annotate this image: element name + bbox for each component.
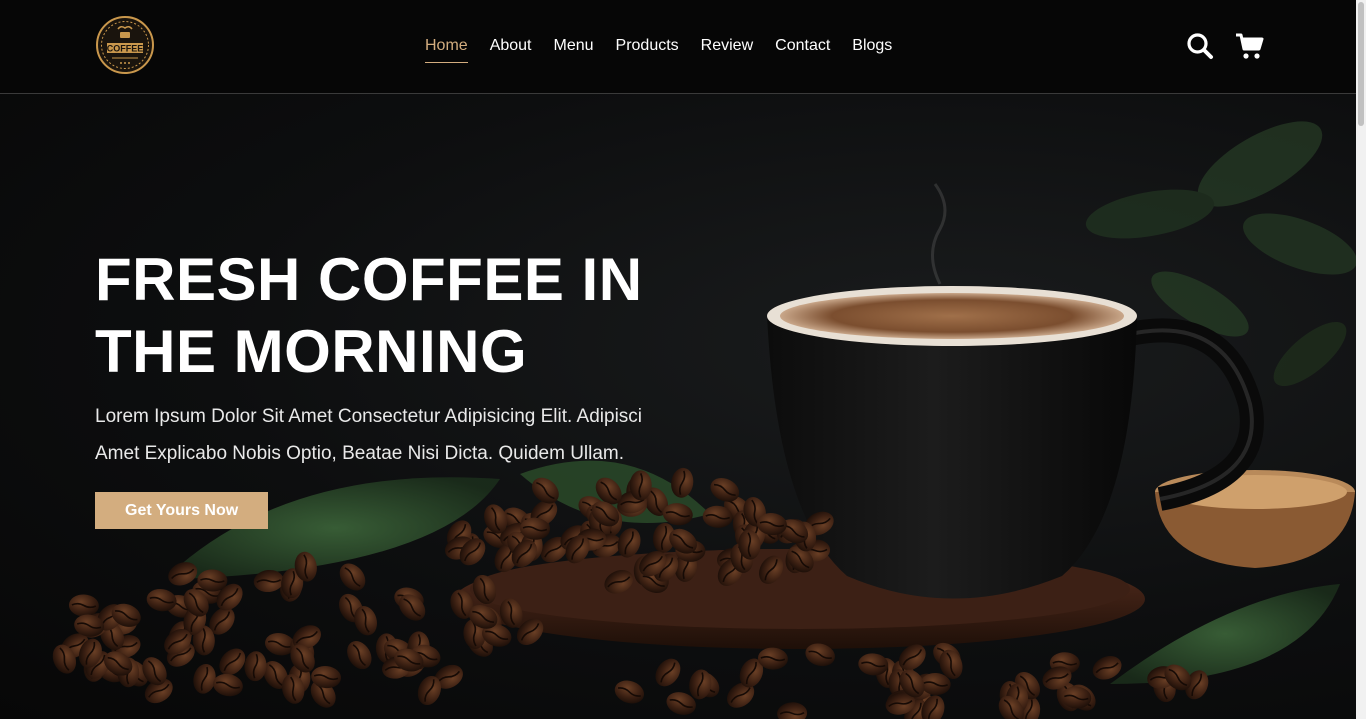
get-yours-now-button[interactable]: Get Yours Now [95,492,269,529]
cart-icon[interactable] [1235,31,1265,61]
hero-section: FRESH COFFEE IN THE MORNING Lorem Ipsum … [0,94,1356,719]
nav-home[interactable]: Home [425,36,468,63]
hero-content: FRESH COFFEE IN THE MORNING Lorem Ipsum … [95,244,715,529]
nav-about[interactable]: About [490,36,532,63]
search-icon[interactable] [1185,31,1215,61]
coffee-logo[interactable]: COFFEE [94,15,156,75]
page-scrollbar[interactable] [1356,0,1366,719]
site-header: COFFEE Home About Menu Products Review C… [0,0,1366,94]
header-icons [1185,31,1265,61]
hero-title-line-2: THE MORNING [95,318,528,385]
logo-text: COFFEE [107,44,144,54]
nav-menu[interactable]: Menu [554,36,594,63]
hero-description: Lorem Ipsum Dolor Sit Amet Consectetur A… [95,406,643,464]
nav-review[interactable]: Review [701,36,753,63]
hero-title-line-1: FRESH COFFEE IN [95,246,643,313]
nav-blogs[interactable]: Blogs [852,36,892,63]
nav-products[interactable]: Products [616,36,679,63]
main-nav: Home About Menu Products Review Contact … [425,36,914,63]
nav-contact[interactable]: Contact [775,36,830,63]
coffee-logo-icon: COFFEE [96,16,154,74]
hero-title: FRESH COFFEE IN THE MORNING [95,244,715,388]
scrollbar-thumb[interactable] [1358,2,1364,126]
